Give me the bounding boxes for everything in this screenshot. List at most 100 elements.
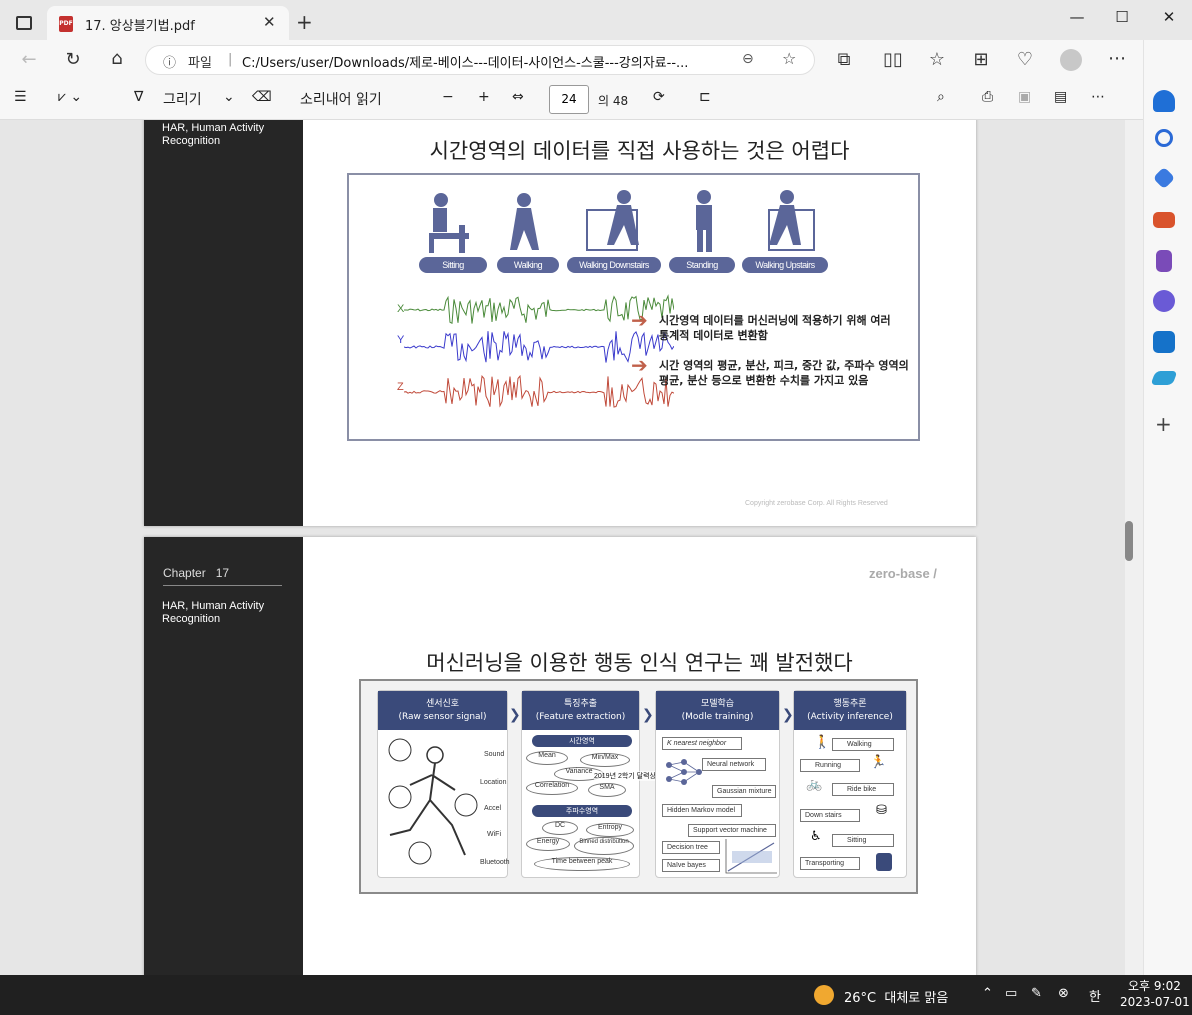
tab-active[interactable]: PDF 17. 앙상블기법.pdf ✕	[47, 6, 289, 40]
axis-label-z: Z	[397, 381, 404, 393]
column-header: 행동추론 (Activity inference)	[794, 691, 906, 730]
clock-date[interactable]: 2023-07-01	[1120, 995, 1190, 1009]
model-knn: K nearest neighbor	[662, 737, 742, 750]
feature-minmax: Min/Max	[580, 753, 630, 767]
standing-figure-torso	[696, 205, 712, 230]
zoom-icon[interactable]: ⊖	[742, 51, 754, 67]
tools-briefcase-icon[interactable]	[1153, 212, 1175, 228]
downstairs-figure-head	[617, 190, 631, 204]
split-screen-icon[interactable]: ▯▯	[879, 49, 907, 70]
search-sidebar-icon[interactable]	[1155, 129, 1173, 147]
draw-icon[interactable]: ∇	[134, 89, 143, 105]
page-view-icon[interactable]: ⊏	[699, 89, 711, 105]
address-bar[interactable]: ⓘ 파일 | C:/Users/user/Downloads/제로-베이스---…	[145, 45, 815, 75]
save-as-icon[interactable]: ▤	[1054, 89, 1067, 105]
eraser-icon[interactable]: ⌫	[252, 89, 272, 105]
tab-actions-icon[interactable]	[16, 16, 32, 30]
running-icon: 🏃	[870, 755, 887, 770]
info-icon: ⓘ	[163, 56, 177, 71]
sitting-icon: ♿	[810, 829, 822, 844]
search-icon[interactable]: ⌕	[937, 89, 945, 105]
collections-icon[interactable]: ⊞	[967, 49, 995, 70]
bell-icon[interactable]	[1153, 90, 1175, 112]
model-naive-bayes: Naïve bayes	[662, 859, 720, 872]
activity-label-walking: Walking	[497, 257, 559, 273]
back-icon[interactable]: ←	[15, 49, 43, 70]
more-menu-icon[interactable]: ⋯	[1103, 48, 1131, 69]
print-icon[interactable]: ⎙	[982, 89, 993, 105]
har-pipeline-figure: 센서신호 (Raw sensor signal) Sound Location A…	[359, 679, 918, 894]
activity-running: Running	[800, 759, 860, 772]
outlook-icon[interactable]	[1153, 331, 1175, 353]
sitting-chair-leg	[429, 233, 434, 253]
pdf-viewer[interactable]: HAR, Human Activity Recognition 시간영역의 데이…	[0, 120, 1143, 975]
add-sidebar-icon[interactable]: +	[1155, 412, 1172, 436]
chapter-divider	[163, 585, 282, 586]
arrow-icon: ➔	[631, 308, 648, 332]
zero-base-logo: zero-base /	[869, 566, 937, 581]
mute-icon[interactable]: ⊗	[1058, 986, 1069, 1001]
scrollbar-thumb[interactable]	[1125, 521, 1133, 561]
neural-net-icon	[666, 759, 702, 785]
refresh-icon[interactable]: ↻	[59, 49, 87, 70]
microsoft365-icon[interactable]	[1153, 290, 1175, 312]
activity-sitting: Sitting	[832, 834, 894, 847]
zoom-out-button[interactable]: −	[442, 89, 454, 105]
maximize-button[interactable]: ☐	[1099, 8, 1145, 26]
favorite-star-icon[interactable]: ☆	[782, 49, 796, 68]
new-tab-button[interactable]: +	[296, 10, 313, 34]
close-window-button[interactable]: ✕	[1146, 8, 1192, 26]
home-icon[interactable]: ⌂	[103, 48, 131, 69]
profile-avatar[interactable]	[1060, 49, 1082, 71]
contents-icon[interactable]: ☰	[14, 89, 27, 105]
pen-icon[interactable]: ✎	[1031, 986, 1042, 1001]
total-pages: 의 48	[598, 94, 629, 108]
column-subtitle: (Modle training)	[681, 712, 754, 722]
model-hmm: Hidden Markov model	[662, 804, 742, 817]
har-signal-figure: Sitting Walking Walking Downstairs Stand…	[347, 173, 920, 441]
scatter-band	[732, 851, 772, 863]
model-gaussian-mixture: Gaussian mixture	[712, 785, 776, 798]
stairs-icon: ⛁	[876, 803, 887, 818]
address-prefix: 파일	[188, 56, 212, 71]
extensions-icon[interactable]: ⧉	[830, 49, 858, 70]
pipeline-arrow: ❯	[782, 707, 794, 723]
games-icon[interactable]	[1156, 250, 1172, 272]
pipeline-arrow: ❯	[509, 707, 521, 723]
sensor-accel: Accel	[484, 805, 502, 812]
shoe-sensor	[408, 841, 432, 865]
page-number-input[interactable]: 24	[549, 85, 589, 114]
note-2: 시간 영역의 평균, 분산, 피크, 중간 값, 주파수 영역의 평균, 분산 …	[659, 359, 909, 387]
show-hidden-icons[interactable]: ⌃	[982, 986, 993, 1001]
draw-dropdown-icon[interactable]: ⌄	[223, 89, 235, 105]
favorites-icon[interactable]: ☆	[923, 49, 951, 70]
tab-close-button[interactable]: ✕	[263, 13, 276, 31]
standing-figure-left-leg	[697, 230, 703, 252]
clock-time[interactable]: 오후 9:02	[1128, 977, 1181, 994]
save-icon[interactable]: ▣	[1018, 89, 1031, 105]
rotate-icon[interactable]: ⟳	[653, 89, 665, 105]
column-subtitle: (Raw sensor signal)	[398, 712, 487, 722]
highlight-icon[interactable]: ⩗ ⌄	[58, 89, 82, 105]
read-aloud-button[interactable]: 소리내어 읽기	[300, 89, 382, 109]
column-header: 특징추출 (Feature extraction)	[522, 691, 639, 730]
browser-essentials-icon[interactable]: ♡	[1011, 49, 1039, 70]
feature-binned: Binned distribution	[574, 837, 634, 855]
minimize-button[interactable]: —	[1054, 8, 1100, 26]
scatter-icon	[725, 839, 777, 874]
standing-figure-head	[697, 190, 711, 204]
weather-text[interactable]: 26°C 대체로 맑음	[844, 987, 948, 1006]
arrow-icon: ➔	[631, 353, 648, 377]
sitting-figure-body	[433, 208, 447, 232]
fit-width-icon[interactable]: ⇔	[512, 89, 524, 105]
zoom-in-button[interactable]: +	[478, 89, 490, 105]
weather-icon[interactable]	[814, 985, 834, 1005]
sensor-bluetooth: Bluetooth	[480, 859, 510, 866]
draw-button[interactable]: 그리기	[163, 89, 202, 109]
pdf-more-icon[interactable]: ⋯	[1091, 89, 1105, 105]
feature-sma: SMA	[588, 783, 626, 797]
ime-indicator[interactable]: 한	[1089, 986, 1101, 1005]
slide-title: 시간영역의 데이터를 직접 사용하는 것은 어렵다	[429, 139, 850, 163]
network-icon[interactable]: ▭	[1005, 986, 1017, 1001]
copyright-text: Copyright zerobase Corp. All Rights Rese…	[745, 500, 888, 507]
